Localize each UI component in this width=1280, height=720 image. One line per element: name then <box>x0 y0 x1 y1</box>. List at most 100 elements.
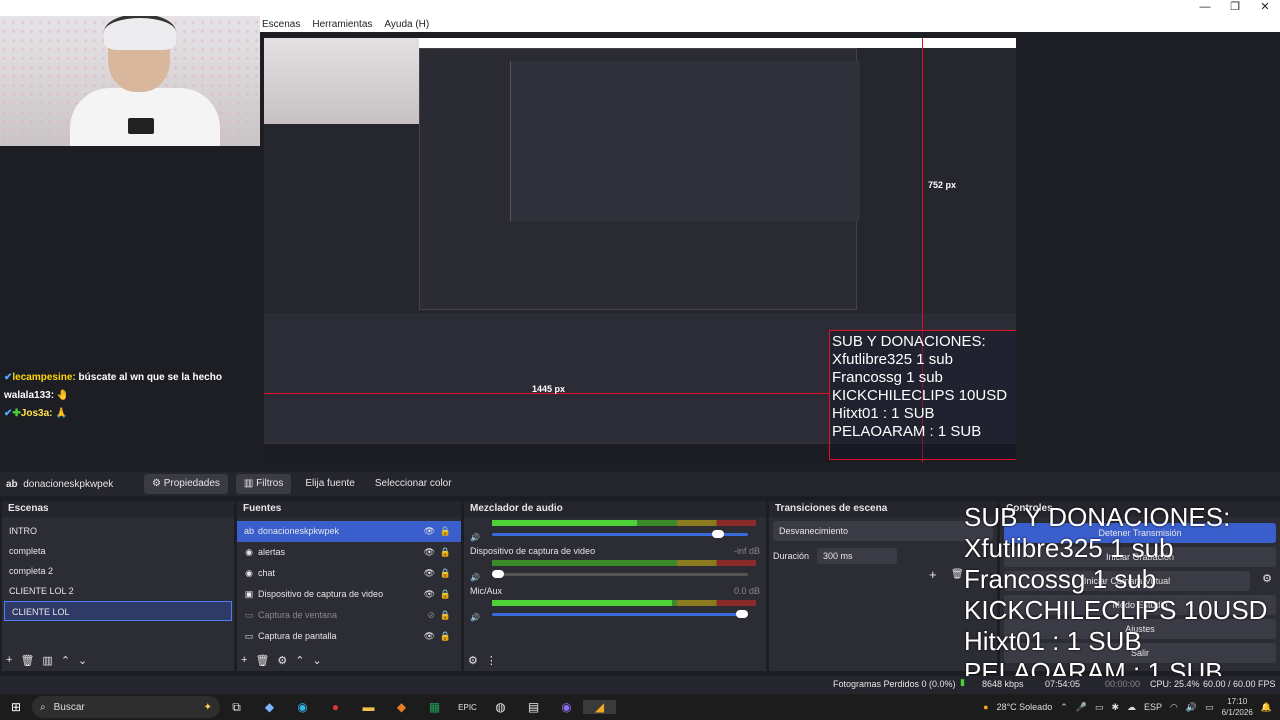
volume-knob[interactable] <box>736 610 748 618</box>
properties-label: Propiedades <box>163 478 220 489</box>
gear-icon[interactable]: ⚙ <box>468 654 478 667</box>
lock-icon[interactable]: 🔒 <box>440 521 451 542</box>
overlay-line: Xfutlibre325 1 sub <box>832 351 953 368</box>
eye-icon[interactable]: 👁 <box>424 542 435 563</box>
menu-help[interactable]: Ayuda (H) <box>384 19 429 30</box>
source-item[interactable]: ◉ alertas 👁 🔒 <box>237 542 461 563</box>
cloud-icon[interactable]: ☁ <box>1127 702 1136 713</box>
system-tray: ● 28°C Soleado ⌃ 🎤 ▭ ✱ ☁ ESP ◠ 🔊 ▭ 17:10… <box>983 694 1272 720</box>
scene-item-selected[interactable]: CLIENTE LOL <box>4 601 232 621</box>
trash-icon[interactable]: 🗑 <box>951 569 964 580</box>
filter-icon[interactable]: ▥ <box>42 654 52 667</box>
speaker-icon[interactable]: 🔊 <box>470 573 480 582</box>
windows-taskbar: ⊞ ⌕ Buscar ✦ ⧉ ◆ ◉ ● ▬ ◆ ▦ EPIC ◍ ▤ ◉ ◢ ● … <box>0 694 1280 720</box>
speaker-icon[interactable]: 🔊 <box>470 613 480 622</box>
more-icon[interactable]: ⋮ <box>486 654 497 667</box>
menu-tools[interactable]: Herramientas <box>312 19 372 30</box>
wifi-icon[interactable]: ◠ <box>1170 702 1178 713</box>
network-icon[interactable]: ▭ <box>1095 702 1104 713</box>
arrow-up-icon[interactable]: ⌃ <box>61 654 70 667</box>
gear-icon[interactable]: ⚙ <box>277 654 287 667</box>
add-icon[interactable]: + <box>241 654 247 667</box>
maximize-button[interactable]: ❐ <box>1220 0 1250 16</box>
steam-icon[interactable]: ◍ <box>484 700 517 714</box>
menu-scenes[interactable]: Escenas <box>262 19 300 30</box>
source-item[interactable]: ▭ Captura de pantalla 👁 🔒 <box>237 626 461 647</box>
chevron-up-icon[interactable]: ⌃ <box>1060 702 1068 713</box>
text-icon: ab <box>243 526 254 536</box>
store-icon[interactable]: ▤ <box>517 700 550 714</box>
mic-icon[interactable]: 🎤 <box>1076 702 1087 713</box>
trash-icon[interactable]: 🗑 <box>255 654 269 667</box>
source-item-selected[interactable]: ab donacioneskpkwpek 👁 🔒 <box>237 521 461 542</box>
app-icon[interactable]: ◆ <box>385 700 418 714</box>
scene-item[interactable]: CLIENTE LOL 2 <box>2 581 234 601</box>
obs-icon[interactable]: ● <box>319 700 352 714</box>
volume-slider[interactable]: 🔊 <box>470 609 760 622</box>
excel-icon[interactable]: ▦ <box>418 700 451 714</box>
properties-button[interactable]: ⚙ Propiedades <box>144 474 228 494</box>
filters-button[interactable]: ▥ Filtros <box>235 474 292 494</box>
scene-item[interactable]: completa 2 <box>2 561 234 581</box>
epic-icon[interactable]: EPIC <box>451 703 484 712</box>
channel-db: 0.0 dB <box>733 586 760 596</box>
volume-slider[interactable]: 🔊 <box>470 569 760 582</box>
notification-icon[interactable]: 🔔 <box>1261 702 1272 713</box>
eye-icon[interactable]: 👁 <box>424 584 435 605</box>
search-label: Buscar <box>53 701 85 713</box>
battery-icon[interactable]: ▭ <box>1205 702 1214 713</box>
add-icon[interactable]: + <box>6 654 12 667</box>
discord-icon[interactable]: ◉ <box>550 700 583 714</box>
lock-icon[interactable]: 🔒 <box>440 563 451 584</box>
speaker-icon[interactable]: 🔊 <box>470 533 480 542</box>
source-item[interactable]: ◉ chat 👁 🔒 <box>237 563 461 584</box>
taskbar-search[interactable]: ⌕ Buscar ✦ <box>32 696 220 718</box>
eye-icon[interactable]: 👁 <box>424 521 435 542</box>
lock-icon[interactable]: 🔒 <box>440 626 451 647</box>
volume-slider[interactable]: 🔊 <box>470 529 760 542</box>
add-icon[interactable]: + <box>929 567 937 582</box>
duration-input[interactable]: 300 ms <box>817 548 898 564</box>
lock-icon[interactable]: 🔒 <box>440 605 451 626</box>
cpu-usage: CPU: 25.4% <box>1150 679 1200 689</box>
preview-donations-overlay[interactable]: SUB Y DONACIONES: Xfutlibre325 1 sub Fra… <box>829 330 1016 460</box>
stream-time: 07:54:05 <box>1045 679 1081 689</box>
language[interactable]: ESP <box>1144 702 1162 712</box>
minimize-button[interactable]: — <box>1190 0 1220 16</box>
close-button[interactable]: ✕ <box>1250 0 1280 16</box>
choose-source-button[interactable]: Elija fuente <box>299 474 360 494</box>
app-icon-active[interactable]: ◢ <box>583 700 616 714</box>
person-hair <box>104 14 176 50</box>
volume-knob[interactable] <box>712 530 724 538</box>
speaker-icon[interactable]: 🔊 <box>1186 702 1197 713</box>
copilot-icon[interactable]: ◆ <box>253 700 286 714</box>
preview-canvas[interactable]: 752 px 1445 px SUB Y DONACIONES: Xfutlib… <box>264 38 1016 462</box>
eye-icon[interactable]: 👁 <box>424 563 435 584</box>
edge-icon[interactable]: ◉ <box>286 700 319 714</box>
bluetooth-icon[interactable]: ✱ <box>1111 702 1119 713</box>
preview-nested-obs <box>419 48 860 310</box>
eye-icon[interactable]: 👁 <box>424 626 435 647</box>
arrow-down-icon[interactable]: ⌄ <box>78 654 87 667</box>
select-color-button[interactable]: Seleccionar color <box>369 474 458 494</box>
source-item[interactable]: ▣ Dispositivo de captura de video 👁 🔒 <box>237 584 461 605</box>
browser-icon: ◉ <box>245 568 253 578</box>
status-bar: Fotogramas Perdidos 0 (0.0%) ▮ 8648 kbps… <box>0 676 1280 694</box>
eye-hidden-icon[interactable]: ⊘ <box>427 605 435 626</box>
task-view-icon[interactable]: ⧉ <box>220 700 253 715</box>
scene-item[interactable]: INTRO <box>2 521 234 541</box>
lock-icon[interactable]: 🔒 <box>440 584 451 605</box>
lock-icon[interactable]: 🔒 <box>440 542 451 563</box>
clock[interactable]: 17:10 6/1/2026 <box>1222 696 1253 718</box>
volume-knob[interactable] <box>492 570 504 578</box>
overlay-line: SUB Y DONACIONES: <box>964 502 1231 532</box>
windows-start-icon[interactable]: ⊞ <box>0 700 32 714</box>
transition-select[interactable]: Desvanecimiento <box>773 521 993 541</box>
source-item[interactable]: ▭ Captura de ventana ⊘ 🔒 <box>237 605 461 626</box>
scene-item[interactable]: completa <box>2 541 234 561</box>
folder-icon[interactable]: ▬ <box>352 700 385 714</box>
arrow-up-icon[interactable]: ⌃ <box>295 654 304 667</box>
window-icon: ▭ <box>244 610 254 620</box>
trash-icon[interactable]: 🗑 <box>20 654 34 667</box>
arrow-down-icon[interactable]: ⌄ <box>313 654 322 667</box>
